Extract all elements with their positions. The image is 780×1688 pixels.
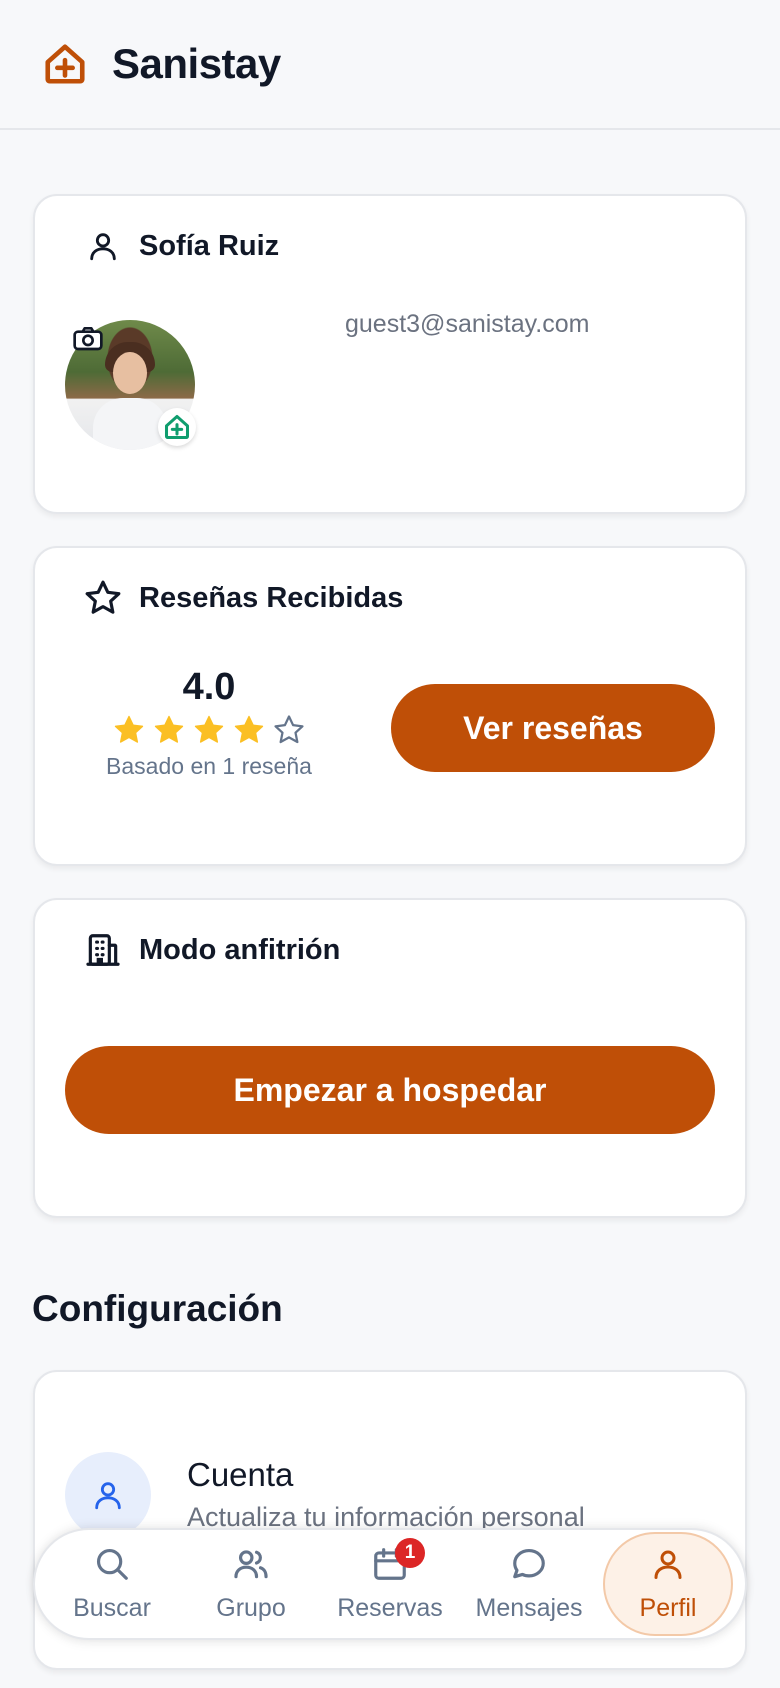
nav-label: Buscar [73,1594,151,1622]
user-icon [83,226,123,266]
nav-item-grupo[interactable]: Grupo [186,1532,316,1636]
camera-icon[interactable] [69,322,107,356]
rating-value: 4.0 [182,666,236,708]
bottom-navigation: Buscar Grupo 1 Reservas Mensajes Perfil [33,1528,747,1640]
account-title: Cuenta [187,1456,294,1493]
rating-stars [99,713,319,747]
account-settings-item[interactable]: Cuenta Actualiza tu información personal [65,1452,585,1538]
nav-label: Mensajes [475,1594,583,1622]
start-hosting-button[interactable]: Empezar a hospedar [65,1046,715,1134]
star-outline-icon [83,578,123,618]
settings-section-title: Configuración [32,1288,283,1329]
star-filled-icon [154,715,184,743]
nav-label: Perfil [639,1594,697,1622]
avatar[interactable] [65,320,196,450]
nav-item-mensajes[interactable]: Mensajes [464,1532,594,1636]
app-header: Sanistay [0,0,780,130]
host-mode-card: Modo anfitrión Empezar a hospedar [33,898,747,1218]
rating-summary: 4.0 Basado en 1 reseña [99,666,319,780]
profile-name: Sofía Ruiz [139,229,280,262]
chat-icon [510,1545,548,1588]
star-empty-icon [274,715,304,744]
reservations-badge: 1 [395,1538,425,1568]
nav-label: Grupo [216,1594,286,1622]
nav-item-perfil[interactable]: Perfil [603,1532,733,1636]
user-icon [650,1545,686,1588]
star-filled-icon [194,715,224,743]
app-title: Sanistay [112,40,281,87]
star-filled-icon [234,715,264,743]
profile-card: Sofía Ruiz guest3@sanistay.com [33,194,747,514]
building-icon [83,930,123,970]
nav-item-reservas[interactable]: 1 Reservas [325,1532,455,1636]
reviews-card: Reseñas Recibidas 4.0 Basado en 1 reseña… [33,546,747,866]
nav-label: Reservas [337,1594,443,1622]
reviews-title: Reseñas Recibidas [139,581,404,614]
search-icon [93,1545,131,1588]
group-icon [231,1545,271,1588]
view-reviews-button[interactable]: Ver reseñas [391,684,715,772]
profile-email: guest3@sanistay.com [345,310,590,338]
rating-count: Basado en 1 reseña [106,753,312,779]
account-user-icon [65,1452,151,1538]
house-plus-badge-icon [158,408,196,446]
host-mode-title: Modo anfitrión [139,933,341,966]
star-filled-icon [114,715,144,743]
nav-item-buscar[interactable]: Buscar [47,1532,177,1636]
house-plus-icon[interactable] [40,39,90,89]
